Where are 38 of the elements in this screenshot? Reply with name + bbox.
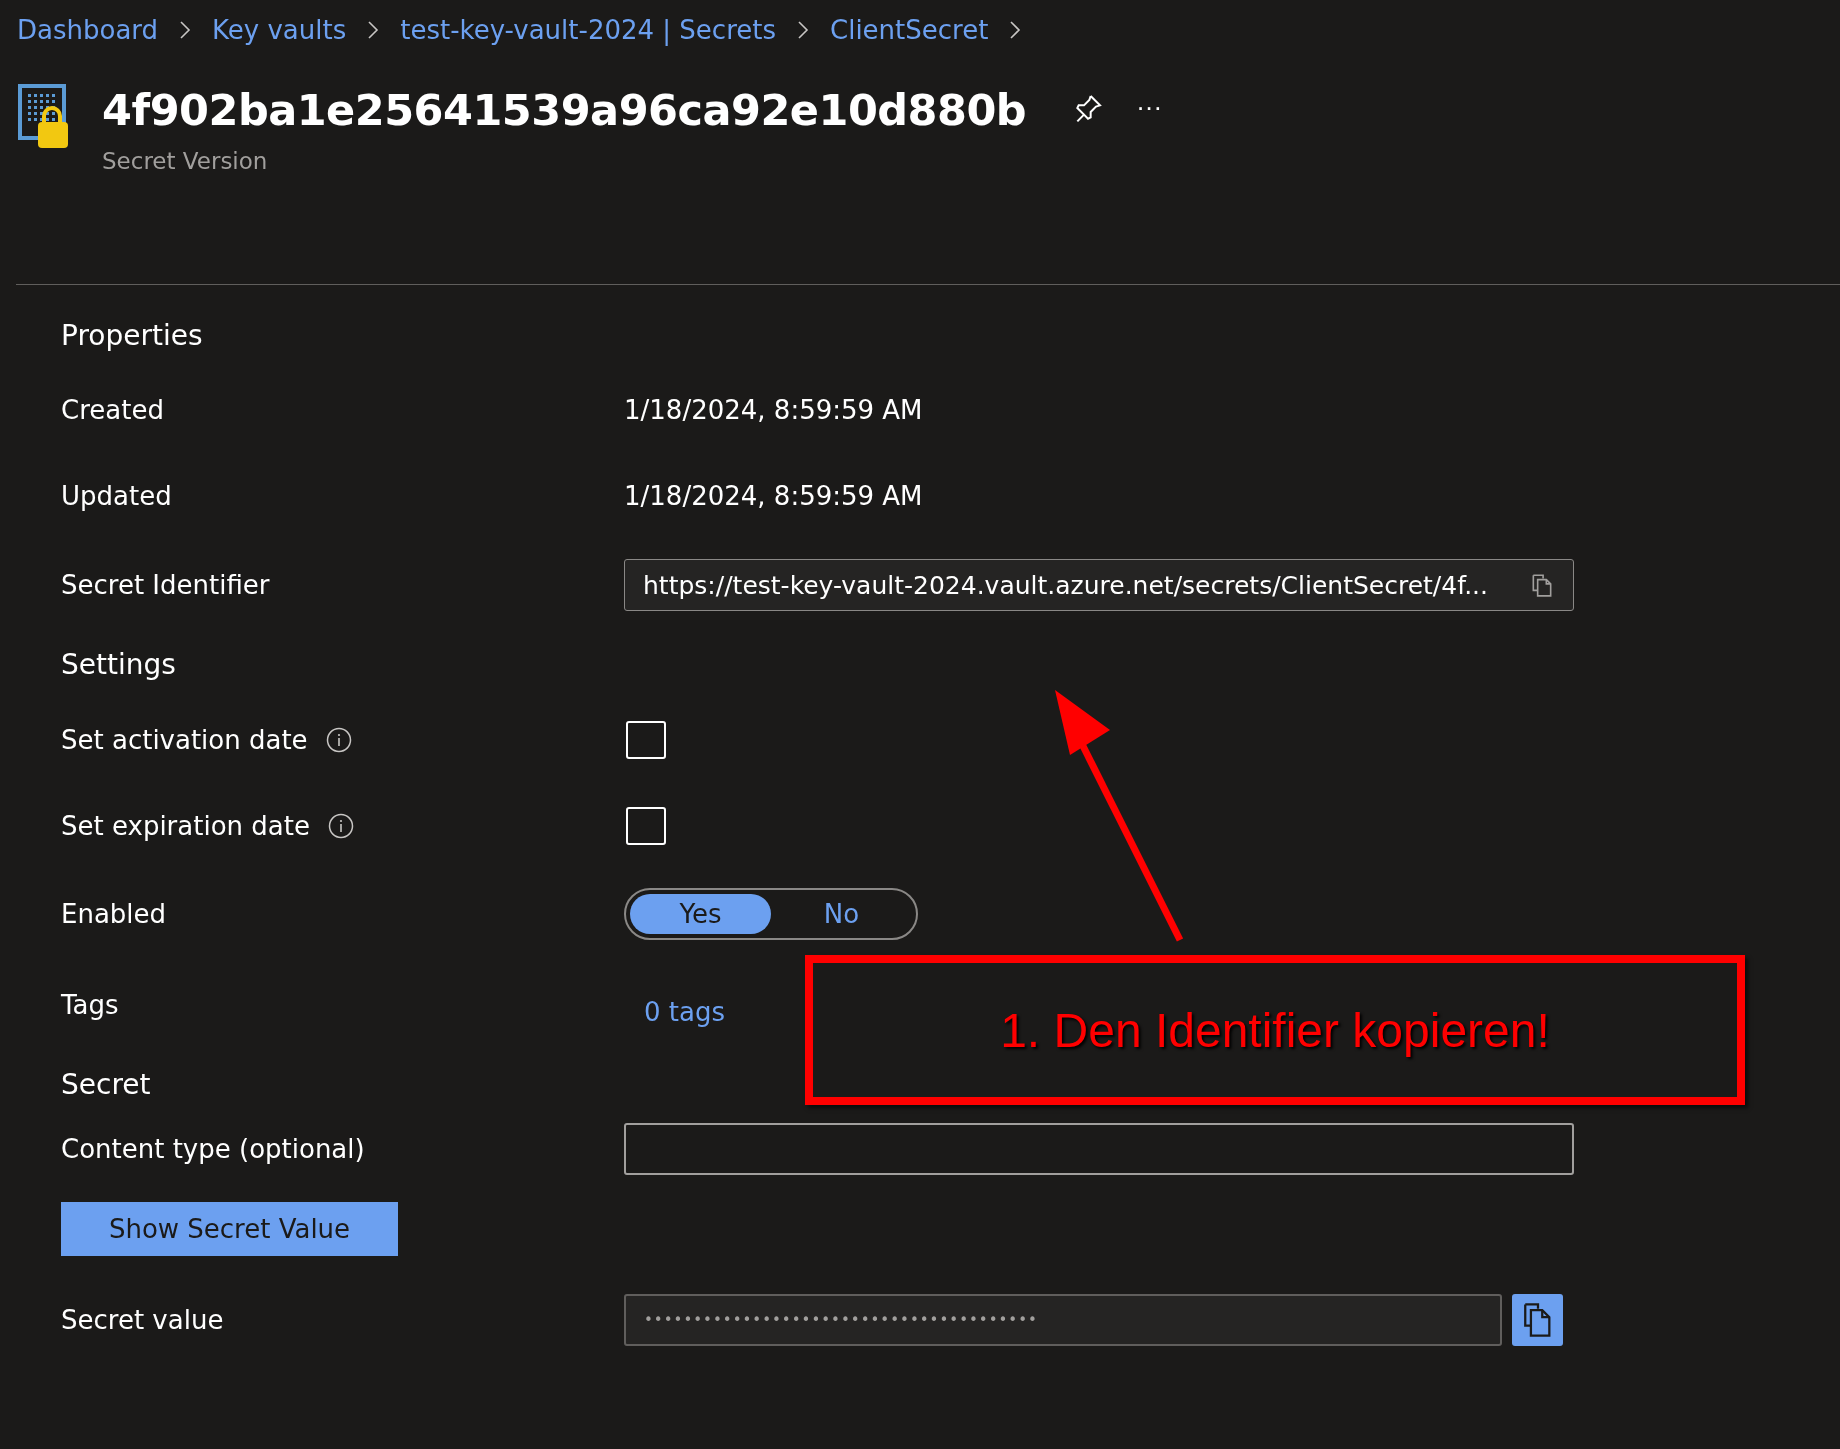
field-label: Tags	[61, 990, 119, 1020]
field-label: Secret Identifier	[61, 570, 270, 600]
copy-button[interactable]	[1512, 1294, 1563, 1346]
info-icon[interactable]	[325, 727, 352, 753]
annotation-text: 1. Den Identifier kopieren!	[1000, 1002, 1550, 1058]
checkbox[interactable]	[626, 721, 666, 759]
toggle-option[interactable]: Yes	[630, 894, 771, 934]
field-value: 1/18/2024, 8:59:59 AM	[624, 395, 923, 425]
chevron-icon	[366, 19, 381, 41]
breadcrumb-link[interactable]: Key vaults	[212, 15, 347, 45]
field-label: Updated	[61, 481, 172, 511]
page-subtitle: Secret Version	[102, 148, 269, 174]
show-secret-button[interactable]: Show Secret Value	[61, 1202, 398, 1256]
identifier-field[interactable]: https://test-key-vault-2024.vault.azure.net/secrets/ClientSecret/4f...	[624, 559, 1574, 611]
chevron-icon	[1008, 19, 1023, 41]
input-field[interactable]	[624, 1123, 1574, 1175]
secret-field[interactable]: ••••••••••••••••••••••••••••••••••••••••	[624, 1294, 1502, 1346]
section-heading: Properties	[61, 318, 203, 352]
breadcrumb-link[interactable]: ClientSecret	[830, 15, 989, 45]
page-title: 4f902ba1e25641539a96ca92e10d880b	[102, 84, 1027, 137]
more-button[interactable]: ···	[1130, 86, 1169, 129]
breadcrumb-link[interactable]: Dashboard	[17, 15, 159, 45]
field-label: Created	[61, 395, 164, 425]
field-label: Set activation date	[61, 725, 308, 755]
field-label: Content type (optional)	[61, 1134, 365, 1164]
breadcrumb-link[interactable]: test-key-vault-2024 | Secrets	[400, 15, 776, 45]
chevron-icon	[178, 19, 193, 41]
field-label: Set expiration date	[61, 811, 310, 841]
field-label: Secret value	[61, 1305, 224, 1335]
tags-link[interactable]: 0 tags	[644, 997, 725, 1027]
field-value: 1/18/2024, 8:59:59 AM	[624, 481, 923, 511]
chevron-icon	[796, 19, 810, 41]
section-heading: Secret	[61, 1067, 151, 1101]
section-heading: Settings	[61, 647, 176, 681]
checkbox[interactable]	[626, 807, 666, 845]
toggle-option[interactable]: No	[771, 894, 912, 934]
field-label: Enabled	[61, 899, 167, 929]
info-icon[interactable]	[327, 813, 354, 839]
